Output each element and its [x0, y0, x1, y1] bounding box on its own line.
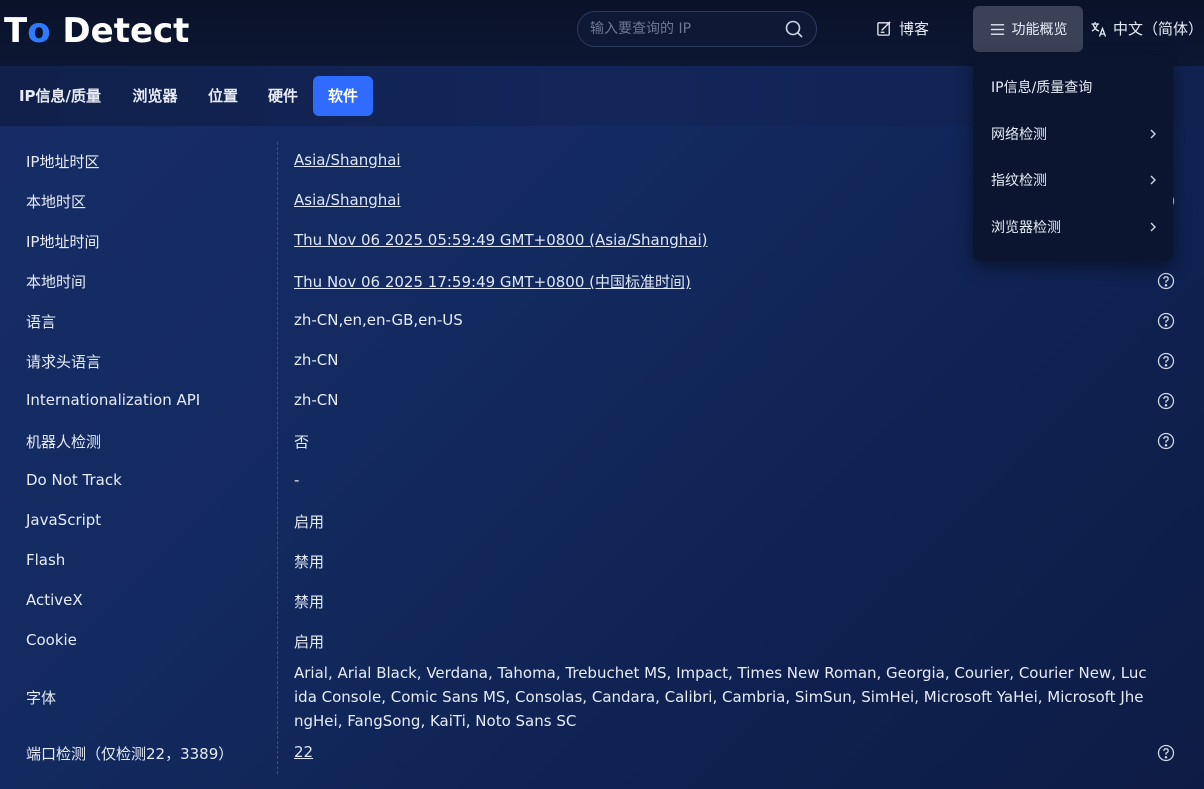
row-label-javascript: JavaScript: [26, 511, 102, 529]
column-divider: [277, 142, 278, 774]
row-label-intl-api: Internationalization API: [26, 391, 201, 409]
nav-blog-label: 博客: [899, 20, 930, 38]
row-label-activex: ActiveX: [26, 591, 83, 609]
row-value-language: zh-CN,en,en-GB,en-US: [294, 311, 463, 329]
row-value-header-language: zh-CN: [294, 351, 339, 369]
row-label-bot-detection: 机器人检测: [26, 433, 102, 451]
search-icon[interactable]: [784, 19, 804, 39]
row-value-ip-timezone[interactable]: Asia/Shanghai: [294, 151, 401, 169]
menu-item-ip-quality[interactable]: IP信息/质量查询: [991, 75, 1159, 99]
row-label-flash: Flash: [26, 551, 66, 569]
row-value-local-timezone[interactable]: Asia/Shanghai: [294, 191, 401, 209]
menu-item-label: 浏览器检测: [991, 220, 1061, 236]
help-icon[interactable]: [1157, 272, 1175, 290]
chevron-right-icon: [1150, 129, 1156, 139]
language-selector[interactable]: 中文（简体）: [1090, 18, 1203, 39]
chevron-right-icon: [1150, 175, 1156, 185]
row-value-ip-time[interactable]: Thu Nov 06 2025 05:59:49 GMT+0800 (Asia/…: [294, 231, 707, 249]
row-value-local-time[interactable]: Thu Nov 06 2025 17:59:49 GMT+0800 (中国标准时…: [294, 271, 691, 292]
row-label-local-time: 本地时间: [26, 273, 87, 291]
menu-icon: [990, 23, 1004, 35]
row-value-do-not-track: -: [294, 471, 300, 489]
help-icon[interactable]: [1157, 312, 1175, 330]
translate-icon: [1091, 21, 1107, 37]
menu-item-label: IP信息/质量查询: [991, 80, 1093, 96]
nav-features-label: 功能概览: [1011, 22, 1068, 38]
help-icon[interactable]: [1157, 432, 1175, 450]
row-value-intl-api: zh-CN: [294, 391, 339, 409]
row-value-activex: 禁用: [294, 593, 325, 611]
row-value-flash: 禁用: [294, 553, 325, 571]
help-icon[interactable]: [1157, 352, 1175, 370]
row-label-cookie: Cookie: [26, 631, 77, 649]
row-value-bot-detection: 否: [294, 433, 310, 451]
row-value-cookie: 启用: [294, 633, 325, 651]
logo-text-detect: Detect: [62, 11, 190, 51]
row-value-port-check[interactable]: 22: [294, 743, 313, 761]
menu-item-fingerprint-check[interactable]: 指纹检测: [991, 168, 1159, 192]
site-logo[interactable]: To Detect: [4, 11, 189, 51]
menu-item-label: 网络检测: [991, 127, 1047, 143]
nav-blog[interactable]: 博客: [876, 18, 929, 39]
tab-location[interactable]: 位置: [198, 76, 248, 116]
ip-search-box: [577, 11, 817, 47]
row-label-ip-timezone: IP地址时区: [26, 153, 100, 171]
language-label: 中文（简体）: [1113, 20, 1204, 38]
nav-features-overview[interactable]: 功能概览: [973, 6, 1083, 52]
tab-ip-info[interactable]: IP信息/质量: [6, 76, 114, 116]
edit-icon: [877, 21, 891, 36]
menu-item-browser-check[interactable]: 浏览器检测: [991, 215, 1159, 239]
features-dropdown-menu: IP信息/质量查询 网络检测 指纹检测 浏览器检测: [973, 55, 1173, 261]
tab-browser[interactable]: 浏览器: [124, 76, 186, 116]
row-label-local-timezone: 本地时区: [26, 193, 87, 211]
row-label-ip-time: IP地址时间: [26, 233, 100, 251]
row-value-javascript: 启用: [294, 513, 325, 531]
menu-item-label: 指纹检测: [991, 173, 1047, 189]
ip-search-input[interactable]: [590, 21, 784, 37]
help-icon[interactable]: [1157, 392, 1175, 410]
menu-item-network-check[interactable]: 网络检测: [991, 122, 1159, 146]
chevron-right-icon: [1150, 222, 1156, 232]
row-label-port-check: 端口检测（仅检测22，3389）: [26, 745, 234, 763]
row-label-language: 语言: [26, 313, 57, 331]
tab-hardware[interactable]: 硬件: [258, 76, 308, 116]
row-label-fonts: 字体: [26, 689, 57, 707]
row-label-do-not-track: Do Not Track: [26, 471, 122, 489]
row-label-header-language: 请求头语言: [26, 353, 102, 371]
help-icon[interactable]: [1157, 744, 1175, 762]
row-value-fonts: Arial, Arial Black, Verdana, Tahoma, Tre…: [294, 664, 1147, 730]
tab-software[interactable]: 软件: [313, 76, 373, 116]
